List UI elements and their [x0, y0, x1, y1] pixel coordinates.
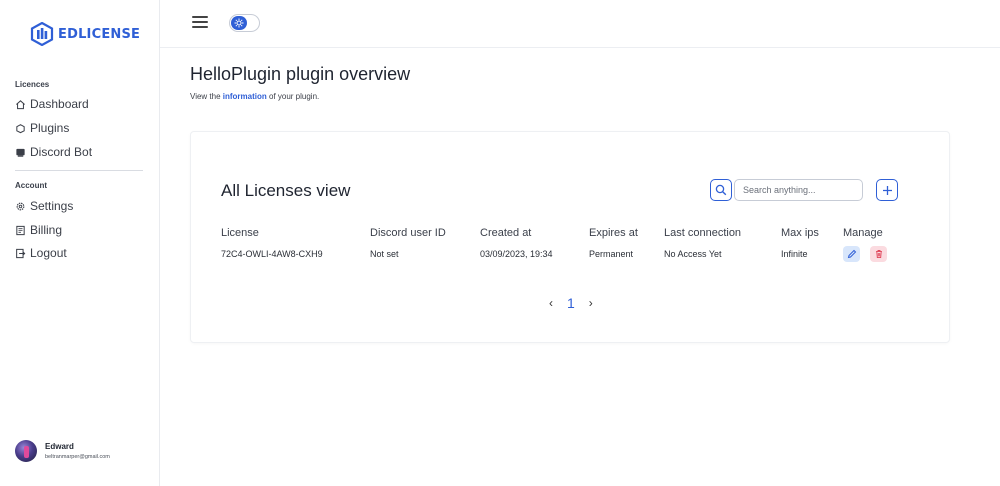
sidebar-item-plugins[interactable]: Plugins: [15, 121, 69, 135]
cell-max-ips: Infinite: [781, 249, 808, 259]
sidebar-item-dashboard[interactable]: Dashboard: [15, 97, 89, 111]
sidebar-item-label: Discord Bot: [30, 145, 93, 159]
cell-last-connection: No Access Yet: [664, 249, 722, 259]
logo-icon: [30, 22, 54, 46]
user-name: Edward: [45, 442, 74, 451]
search-input[interactable]: [734, 179, 863, 201]
cell-created-at: 03/09/2023, 19:34: [480, 249, 553, 259]
topbar: [160, 0, 1000, 48]
sun-icon: [234, 18, 244, 28]
cell-license: 72C4-OWLI-4AW8-CXH9: [221, 249, 323, 259]
subtitle-prefix: View the: [190, 92, 223, 101]
page-subtitle: View the information of your plugin.: [190, 92, 319, 101]
gear-icon: [16, 202, 25, 210]
column-header-discord-user-id[interactable]: Discord user ID: [370, 227, 446, 239]
sidebar: EDLICENSE Licences Dashboard Plugins Dis…: [0, 0, 160, 486]
home-icon: [16, 99, 25, 109]
sidebar-item-label: Billing: [30, 223, 63, 237]
sidebar-item-label: Plugins: [30, 121, 70, 135]
sidebar-divider: [15, 170, 143, 171]
column-header-created-at[interactable]: Created at: [480, 227, 531, 239]
information-link[interactable]: information: [223, 92, 267, 101]
logout-icon: [16, 248, 26, 258]
bot-icon: [16, 148, 25, 157]
search-button[interactable]: [710, 179, 732, 201]
column-header-expires-at[interactable]: Expires at: [589, 227, 638, 239]
search-bar: [710, 179, 863, 201]
page-title: HelloPlugin plugin overview: [190, 64, 411, 84]
trash-icon: [875, 250, 882, 259]
column-header-max-ips[interactable]: Max ips: [781, 227, 819, 239]
page-number[interactable]: 1: [567, 295, 575, 311]
puzzle-icon: [16, 123, 25, 133]
sidebar-item-label: Dashboard: [30, 97, 89, 111]
toggle-knob: [231, 16, 247, 30]
theme-toggle[interactable]: [229, 14, 260, 32]
brand-name: EDLICENSE: [58, 26, 141, 42]
pagination: ‹ 1 ›: [549, 295, 593, 311]
prev-page-button[interactable]: ‹: [549, 296, 553, 310]
column-header-manage: Manage: [843, 227, 883, 239]
add-license-button[interactable]: [876, 179, 898, 201]
manage-actions: [843, 246, 887, 262]
user-email: beltranmarper@gmail.com: [45, 454, 110, 460]
card-title: All Licenses view: [221, 181, 351, 200]
billing-icon: [16, 225, 25, 235]
edit-button[interactable]: [843, 246, 860, 262]
subtitle-suffix: of your plugin.: [266, 92, 320, 101]
sidebar-item-billing[interactable]: Billing: [15, 223, 62, 237]
user-profile[interactable]: Edward beltranmarper@gmail.com: [15, 440, 110, 462]
hamburger-icon[interactable]: [192, 16, 208, 28]
section-label-licences: Licences: [15, 80, 50, 89]
search-icon: [715, 184, 727, 196]
delete-button[interactable]: [870, 246, 887, 262]
sidebar-item-settings[interactable]: Settings: [15, 199, 73, 213]
licenses-card: All Licenses view License Discord user I…: [190, 131, 950, 343]
pencil-icon: [847, 249, 856, 259]
cell-discord-user-id: Not set: [370, 249, 399, 259]
avatar: [15, 440, 37, 462]
sidebar-item-discord-bot[interactable]: Discord Bot: [15, 145, 92, 159]
next-page-button[interactable]: ›: [589, 296, 593, 310]
plus-icon: [882, 185, 892, 195]
sidebar-item-logout[interactable]: Logout: [15, 246, 67, 260]
column-header-last-connection[interactable]: Last connection: [664, 227, 741, 239]
sidebar-item-label: Logout: [30, 246, 67, 260]
cell-expires-at: Permanent: [589, 249, 634, 259]
sidebar-item-label: Settings: [30, 199, 74, 213]
brand-logo[interactable]: EDLICENSE: [30, 22, 140, 46]
section-label-account: Account: [15, 181, 47, 190]
column-header-license[interactable]: License: [221, 227, 259, 239]
